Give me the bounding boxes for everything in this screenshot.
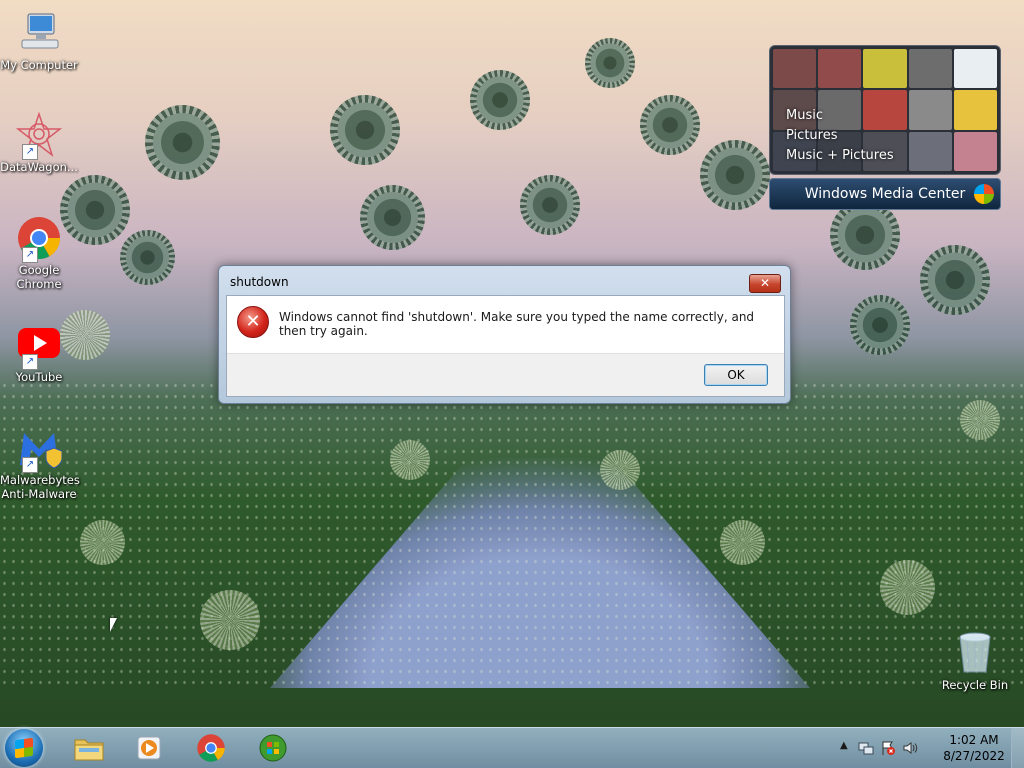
wallpaper-flower — [145, 105, 220, 180]
media-center-gadget[interactable]: Music Pictures Music + Pictures Windows … — [769, 45, 1001, 210]
media-tile — [953, 49, 997, 89]
desktop-icon-label: Malwarebytes Anti-Malware — [0, 473, 80, 501]
wallpaper-flower — [120, 230, 175, 285]
wallpaper-flower — [520, 175, 580, 235]
wallpaper-bloom — [960, 400, 1000, 440]
shortcut-arrow-icon: ↗ — [22, 354, 38, 370]
error-message: Windows cannot find 'shutdown'. Make sur… — [279, 310, 755, 338]
wallpaper-flower — [850, 295, 910, 355]
network-icon[interactable] — [858, 740, 874, 756]
action-center-flag-icon[interactable] — [880, 740, 896, 756]
media-tile — [773, 49, 817, 89]
ok-button[interactable]: OK — [704, 364, 768, 386]
dialog-body: ✕ Windows cannot find 'shutdown'. Make s… — [226, 295, 785, 397]
shortcut-arrow-icon: ↗ — [22, 247, 38, 263]
desktop-icon-label: Recycle Bin — [941, 678, 1009, 692]
shortcut-arrow-icon: ↗ — [22, 144, 38, 160]
desktop-icon-google-chrome[interactable]: ↗ Google Chrome — [0, 215, 78, 291]
wallpaper-bloom — [390, 440, 430, 480]
button-area: OK — [227, 353, 784, 396]
wallpaper-bloom — [880, 560, 935, 615]
taskbar: ▲ 1:02 AM 8/27/2022 — [0, 727, 1024, 768]
youtube-icon: ↗ — [16, 322, 62, 370]
datawagon-logo-icon: ↗ — [15, 111, 63, 160]
wallpaper-bloom — [80, 520, 125, 565]
dialog-title: shutdown — [230, 275, 289, 289]
wallpaper-flower — [700, 140, 770, 210]
close-button[interactable]: ✕ — [749, 274, 781, 293]
media-player-icon — [137, 736, 161, 760]
folder-icon — [74, 739, 104, 761]
wallpaper-flower — [470, 70, 530, 130]
taskbar-windows-media-player[interactable] — [120, 730, 178, 766]
wallpaper-flower — [360, 185, 425, 250]
wallpaper-flower — [640, 95, 700, 155]
wallpaper-bloom — [720, 520, 765, 565]
wallpaper-flower — [330, 95, 400, 165]
media-center-launch-bar[interactable]: Windows Media Center — [769, 178, 1001, 210]
desktop-icon-label: DataWagon... — [0, 160, 78, 174]
volume-icon[interactable] — [902, 740, 918, 756]
system-tray: ▲ 1:02 AM 8/27/2022 — [834, 728, 1024, 768]
media-center-menu: Music Pictures Music + Pictures — [786, 106, 894, 166]
wallpaper-texture — [0, 380, 1024, 688]
desktop-icon-my-computer[interactable]: My Computer — [0, 10, 78, 72]
desktop-icon-label: YouTube — [15, 370, 63, 384]
desktop-icon-datawagon[interactable]: ↗ DataWagon... — [0, 111, 78, 174]
media-center-panel: Music Pictures Music + Pictures — [769, 45, 1001, 175]
media-tile — [908, 131, 952, 171]
recycle-bin-icon — [952, 630, 998, 676]
media-center-menu-music[interactable]: Music — [786, 106, 894, 126]
show-desktop-button[interactable] — [1011, 728, 1024, 768]
windows-logo-icon — [974, 184, 994, 204]
wallpaper-bloom — [600, 450, 640, 490]
wallpaper-flower — [920, 245, 990, 315]
clock[interactable]: 1:02 AM 8/27/2022 — [936, 732, 1012, 764]
windows-logo-icon — [15, 737, 33, 759]
media-tile — [818, 49, 862, 89]
shortcut-arrow-icon: ↗ — [22, 457, 38, 473]
computer-icon — [16, 10, 62, 56]
chrome-icon: ↗ — [16, 215, 62, 263]
clock-date: 8/27/2022 — [943, 749, 1005, 763]
taskbar-google-chrome[interactable] — [182, 730, 240, 766]
wallpaper-flower — [830, 200, 900, 270]
message-area: ✕ Windows cannot find 'shutdown'. Make s… — [227, 296, 784, 354]
media-center-icon — [259, 734, 287, 762]
clock-time: 1:02 AM — [949, 733, 999, 747]
taskbar-windows-media-center[interactable] — [244, 730, 302, 766]
desktop-icon-label: Google Chrome — [16, 263, 62, 291]
desktop-icon-youtube[interactable]: ↗ YouTube — [0, 322, 78, 384]
media-center-menu-pictures[interactable]: Pictures — [786, 126, 894, 146]
media-tile — [953, 131, 997, 171]
wallpaper-bloom — [200, 590, 260, 650]
error-icon: ✕ — [237, 306, 269, 338]
media-center-menu-music-pictures[interactable]: Music + Pictures — [786, 146, 894, 166]
mouse-cursor — [110, 618, 117, 632]
desktop-icon-label: My Computer — [0, 58, 78, 72]
show-hidden-icons-icon[interactable]: ▲ — [840, 740, 848, 751]
malwarebytes-icon: ↗ — [16, 425, 63, 473]
chrome-icon — [197, 734, 225, 762]
media-center-brand: Windows Media Center — [804, 186, 966, 202]
start-button[interactable] — [5, 729, 43, 767]
media-tile — [908, 90, 952, 130]
error-dialog: shutdown ✕ ✕ Windows cannot find 'shutdo… — [218, 265, 791, 404]
wallpaper-flower — [585, 38, 635, 88]
media-tile — [908, 49, 952, 89]
desktop-icon-recycle-bin[interactable]: Recycle Bin — [936, 630, 1014, 692]
media-tile — [863, 49, 907, 89]
media-tile — [953, 90, 997, 130]
desktop-icon-malwarebytes[interactable]: ↗ Malwarebytes Anti-Malware — [0, 425, 80, 501]
taskbar-windows-explorer[interactable] — [60, 730, 118, 766]
